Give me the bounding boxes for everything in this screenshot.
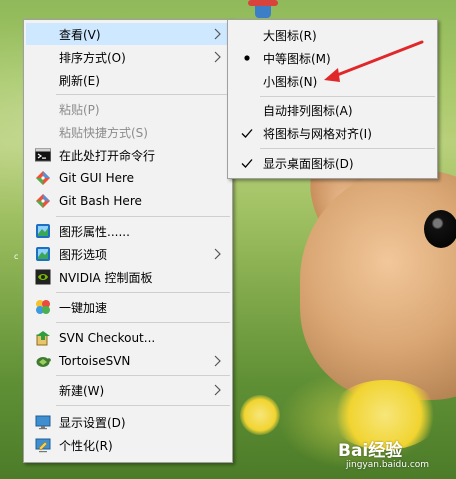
display-settings-icon (35, 415, 51, 430)
menu-item-label: 在此处打开命令行 (59, 148, 156, 163)
menu-item-label: NVIDIA 控制面板 (59, 270, 153, 285)
tortoisesvn-icon (36, 357, 51, 367)
chevron-right-icon (214, 51, 221, 63)
chevron-right-icon (214, 248, 221, 260)
chevron-right-icon (214, 384, 221, 396)
menu-separator (56, 405, 230, 406)
nvidia-icon (35, 269, 51, 285)
accelerate-icon (36, 300, 50, 314)
submenu-item-show-desktop-icons[interactable]: 显示桌面图标(D) (230, 152, 435, 174)
red-arrow-annotation (324, 40, 424, 82)
desktop-context-menu: 查看(V) 排序方式(O) 刷新(E) 粘贴(P) 粘贴快捷方式(S) 在此处打… (23, 19, 233, 463)
menu-item-new[interactable]: 新建(W) (26, 379, 230, 401)
menu-item-git-bash[interactable]: Git Bash Here (26, 190, 230, 212)
menu-item-nvidia-control-panel[interactable]: NVIDIA 控制面板 (26, 266, 230, 288)
watermark: Bai经验 jingyan.baidu.com (336, 436, 454, 476)
intel-graphics-icon (36, 224, 50, 238)
watermark-logo: Bai经验 (338, 441, 403, 461)
menu-separator (56, 375, 230, 376)
menu-item-label: 刷新(E) (59, 73, 100, 88)
menu-separator (56, 292, 230, 293)
menu-item-label: SVN Checkout... (59, 331, 156, 345)
rabbit-eye-image (424, 210, 456, 248)
menu-item-view[interactable]: 查看(V) (26, 23, 230, 45)
menu-item-paste[interactable]: 粘贴(P) (26, 98, 230, 120)
chevron-right-icon (214, 355, 221, 367)
chevron-right-icon (214, 28, 221, 40)
menu-separator (260, 148, 435, 149)
menu-item-one-click-speedup[interactable]: 一键加速 (26, 296, 230, 318)
menu-separator (56, 322, 230, 323)
menu-item-label: 一键加速 (59, 300, 108, 315)
menu-item-label: 显示设置(D) (59, 415, 126, 430)
bullet-icon (244, 55, 250, 61)
submenu-item-label: 大图标(R) (263, 28, 317, 43)
menu-item-open-command-line[interactable]: 在此处打开命令行 (26, 144, 230, 166)
menu-item-label: 查看(V) (59, 27, 101, 42)
menu-item-label: 新建(W) (59, 383, 105, 398)
menu-item-personalize[interactable]: 个性化(R) (26, 434, 230, 456)
menu-item-label: 图形属性...... (59, 224, 130, 239)
menu-item-tortoisesvn[interactable]: TortoiseSVN (26, 350, 230, 372)
menu-item-git-gui[interactable]: Git GUI Here (26, 167, 230, 189)
check-icon (241, 129, 253, 138)
menu-item-display-settings[interactable]: 显示设置(D) (26, 411, 230, 433)
menu-item-refresh[interactable]: 刷新(E) (26, 69, 230, 91)
desktop-icon-label[interactable]: c (14, 252, 18, 261)
menu-separator (260, 96, 435, 97)
cmd-icon (35, 148, 51, 162)
menu-item-label: Git Bash Here (59, 194, 142, 208)
personalize-icon (35, 438, 51, 453)
git-gui-icon (36, 171, 50, 185)
menu-item-label: 个性化(R) (59, 438, 113, 453)
watermark-url: jingyan.baidu.com (346, 460, 430, 470)
submenu-item-label: 将图标与网格对齐(I) (263, 126, 372, 141)
menu-item-graphics-options[interactable]: 图形选项 (26, 243, 230, 265)
menu-separator (56, 94, 230, 95)
menu-separator (56, 216, 230, 217)
menu-item-label: 粘贴(P) (59, 102, 100, 117)
menu-item-paste-shortcut[interactable]: 粘贴快捷方式(S) (26, 121, 230, 143)
menu-item-label: Git GUI Here (59, 171, 135, 185)
submenu-item-label: 显示桌面图标(D) (263, 156, 354, 171)
intel-graphics-icon (36, 247, 50, 261)
submenu-item-auto-arrange[interactable]: 自动排列图标(A) (230, 99, 435, 121)
menu-item-label: 粘贴快捷方式(S) (59, 125, 148, 140)
svn-checkout-icon (36, 331, 50, 346)
submenu-item-align-to-grid[interactable]: 将图标与网格对齐(I) (230, 122, 435, 144)
submenu-item-label: 小图标(N) (263, 74, 318, 89)
toy-image (248, 0, 278, 18)
menu-item-graphics-properties[interactable]: 图形属性...... (26, 220, 230, 242)
menu-item-label: 图形选项 (59, 247, 108, 262)
check-icon (241, 159, 253, 168)
menu-item-sort-by[interactable]: 排序方式(O) (26, 46, 230, 68)
menu-item-label: 排序方式(O) (59, 50, 126, 65)
menu-item-svn-checkout[interactable]: SVN Checkout... (26, 327, 230, 349)
git-bash-icon (36, 194, 50, 208)
menu-item-label: TortoiseSVN (59, 354, 131, 368)
flower-image (240, 395, 280, 435)
submenu-item-label: 自动排列图标(A) (263, 103, 353, 118)
